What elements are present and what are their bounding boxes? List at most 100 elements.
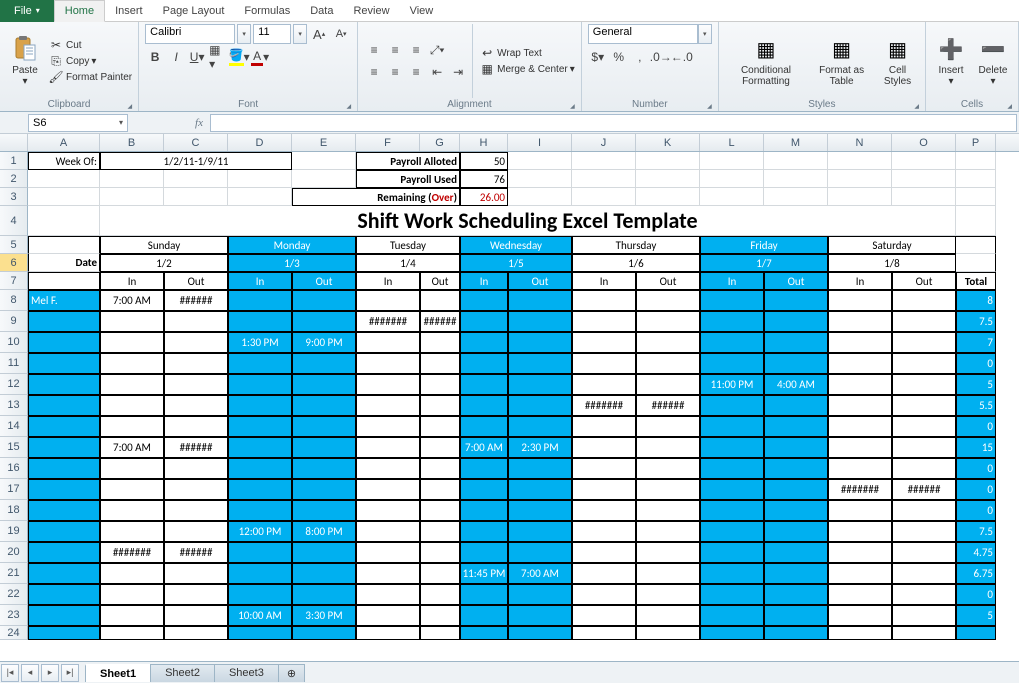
cell-C11[interactable] bbox=[164, 353, 228, 374]
day-header-1[interactable]: Monday bbox=[228, 236, 356, 254]
cell-K9[interactable] bbox=[636, 311, 700, 332]
cell-M22[interactable] bbox=[764, 584, 828, 605]
total-18[interactable]: 0 bbox=[956, 500, 996, 521]
grow-font-button[interactable]: A▴ bbox=[309, 24, 329, 44]
wrap-text-button[interactable]: ↩Wrap Text bbox=[479, 46, 575, 60]
cell-N20[interactable] bbox=[828, 542, 892, 563]
cell-I23[interactable] bbox=[508, 605, 572, 626]
cell[interactable] bbox=[28, 236, 100, 254]
cell-H17[interactable] bbox=[460, 479, 508, 500]
col-header-C[interactable]: C bbox=[164, 134, 228, 151]
row-header-23[interactable]: 23 bbox=[0, 605, 28, 626]
cell-C22[interactable] bbox=[164, 584, 228, 605]
cell-J17[interactable] bbox=[572, 479, 636, 500]
cell-E18[interactable] bbox=[292, 500, 356, 521]
employee-name-9[interactable] bbox=[28, 311, 100, 332]
cell-E10[interactable]: 9:00 PM bbox=[292, 332, 356, 353]
comma-button[interactable]: , bbox=[630, 47, 650, 67]
date-0[interactable]: 1/2 bbox=[100, 254, 228, 272]
row-header-9[interactable]: 9 bbox=[0, 311, 28, 332]
cell-I24[interactable] bbox=[508, 626, 572, 640]
cell[interactable] bbox=[572, 170, 636, 188]
cell-K20[interactable] bbox=[636, 542, 700, 563]
cell[interactable] bbox=[100, 170, 164, 188]
indent-increase-button[interactable]: ⇥ bbox=[448, 62, 468, 82]
cell-F15[interactable] bbox=[356, 437, 420, 458]
cell-C19[interactable] bbox=[164, 521, 228, 542]
cell-F9[interactable]: ####### bbox=[356, 311, 420, 332]
cell-N17[interactable]: ####### bbox=[828, 479, 892, 500]
employee-name-12[interactable] bbox=[28, 374, 100, 395]
cell[interactable] bbox=[28, 170, 100, 188]
payroll-allotted-value[interactable]: 50 bbox=[460, 152, 508, 170]
cell-C24[interactable] bbox=[164, 626, 228, 640]
out-header-5[interactable]: Out bbox=[764, 272, 828, 290]
cell-L10[interactable] bbox=[700, 332, 764, 353]
payroll-used-label[interactable]: Payroll Used bbox=[356, 170, 460, 188]
tab-data[interactable]: Data bbox=[300, 0, 343, 22]
day-header-3[interactable]: Wednesday bbox=[460, 236, 572, 254]
cell-I20[interactable] bbox=[508, 542, 572, 563]
cell-C20[interactable]: ###### bbox=[164, 542, 228, 563]
cell-O14[interactable] bbox=[892, 416, 956, 437]
cell-H10[interactable] bbox=[460, 332, 508, 353]
cell-M9[interactable] bbox=[764, 311, 828, 332]
borders-button[interactable]: ▦ ▾ bbox=[208, 47, 228, 67]
align-middle-button[interactable]: ≡ bbox=[385, 40, 405, 60]
italic-button[interactable]: I bbox=[166, 47, 186, 67]
cell-C23[interactable] bbox=[164, 605, 228, 626]
cell-D21[interactable] bbox=[228, 563, 292, 584]
merge-center-button[interactable]: ▦Merge & Center ▾ bbox=[479, 62, 575, 76]
cell[interactable] bbox=[228, 188, 292, 206]
cell-H22[interactable] bbox=[460, 584, 508, 605]
cell-B22[interactable] bbox=[100, 584, 164, 605]
payroll-allotted-label[interactable]: Payroll Alloted bbox=[356, 152, 460, 170]
paste-button[interactable]: Paste ▾ bbox=[6, 24, 44, 98]
row-header-15[interactable]: 15 bbox=[0, 437, 28, 458]
cell-I13[interactable] bbox=[508, 395, 572, 416]
employee-name-19[interactable] bbox=[28, 521, 100, 542]
cell-J10[interactable] bbox=[572, 332, 636, 353]
cell-J16[interactable] bbox=[572, 458, 636, 479]
cell[interactable] bbox=[828, 170, 892, 188]
cell-L23[interactable] bbox=[700, 605, 764, 626]
cell-M16[interactable] bbox=[764, 458, 828, 479]
cell-I12[interactable] bbox=[508, 374, 572, 395]
cell-B9[interactable] bbox=[100, 311, 164, 332]
cell-F22[interactable] bbox=[356, 584, 420, 605]
cell-J11[interactable] bbox=[572, 353, 636, 374]
shrink-font-button[interactable]: A▾ bbox=[331, 24, 351, 44]
employee-name-16[interactable] bbox=[28, 458, 100, 479]
file-tab[interactable]: File bbox=[0, 0, 54, 22]
cell-G14[interactable] bbox=[420, 416, 460, 437]
cell[interactable] bbox=[764, 170, 828, 188]
cell-G23[interactable] bbox=[420, 605, 460, 626]
cell-B20[interactable]: ####### bbox=[100, 542, 164, 563]
cell[interactable] bbox=[892, 170, 956, 188]
cell-C13[interactable] bbox=[164, 395, 228, 416]
cell-N18[interactable] bbox=[828, 500, 892, 521]
tab-nav-prev[interactable]: ◂ bbox=[21, 664, 39, 682]
cell-M8[interactable] bbox=[764, 290, 828, 311]
out-header-4[interactable]: Out bbox=[636, 272, 700, 290]
col-header-A[interactable]: A bbox=[28, 134, 100, 151]
cell-D19[interactable]: 12:00 PM bbox=[228, 521, 292, 542]
tab-formulas[interactable]: Formulas bbox=[234, 0, 300, 22]
cell-K13[interactable]: ###### bbox=[636, 395, 700, 416]
cell-L22[interactable] bbox=[700, 584, 764, 605]
cell[interactable] bbox=[100, 188, 164, 206]
col-header-N[interactable]: N bbox=[828, 134, 892, 151]
copy-button[interactable]: ⎘Copy ▾ bbox=[48, 54, 132, 68]
col-header-P[interactable]: P bbox=[956, 134, 996, 151]
cell-N12[interactable] bbox=[828, 374, 892, 395]
formula-bar[interactable] bbox=[210, 114, 1017, 132]
cell-B12[interactable] bbox=[100, 374, 164, 395]
cell-M21[interactable] bbox=[764, 563, 828, 584]
total-16[interactable]: 0 bbox=[956, 458, 996, 479]
day-header-0[interactable]: Sunday bbox=[100, 236, 228, 254]
cell-J13[interactable]: ####### bbox=[572, 395, 636, 416]
cell-G21[interactable] bbox=[420, 563, 460, 584]
cell-B18[interactable] bbox=[100, 500, 164, 521]
cell-J20[interactable] bbox=[572, 542, 636, 563]
cell-F14[interactable] bbox=[356, 416, 420, 437]
